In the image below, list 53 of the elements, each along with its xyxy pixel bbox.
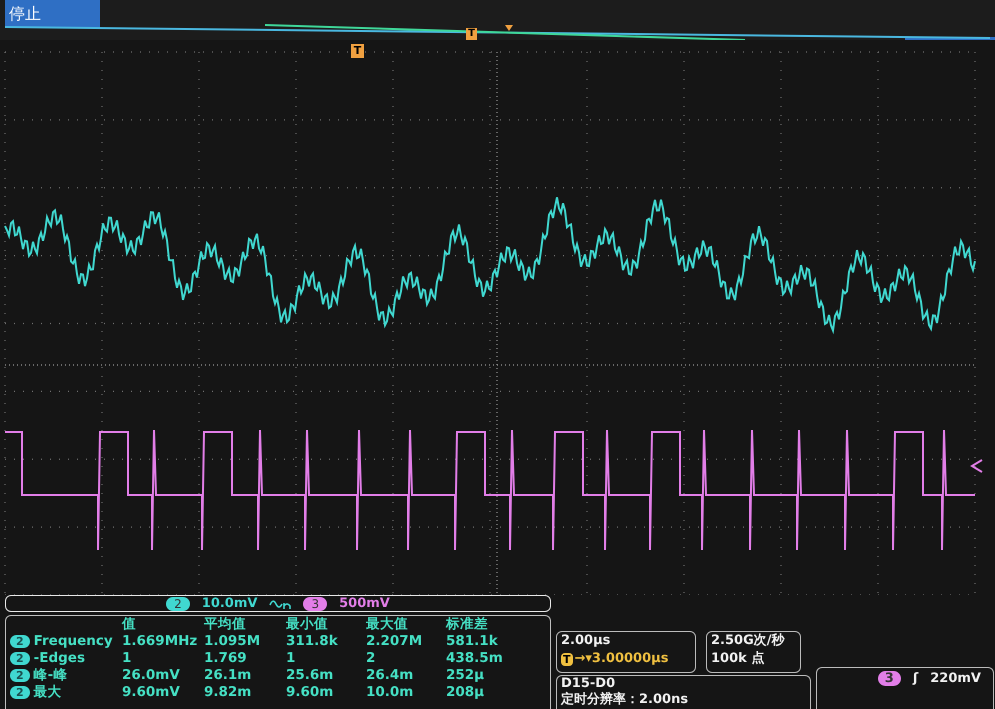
record-length: 100k 点 <box>711 650 766 668</box>
trigger-slope: ʃ <box>912 671 918 687</box>
measurement-value: 1.769 <box>204 650 248 667</box>
channel-scale: 10.0mV <box>202 594 258 613</box>
measurement-value: 1 <box>122 650 132 667</box>
channel-badge: 2 <box>166 596 190 610</box>
trigger-marker: T <box>351 44 364 58</box>
column-header: 标准差 <box>446 616 489 633</box>
channel-badge: 2 <box>10 669 30 682</box>
measurement-name: 峰-峰 <box>34 667 68 684</box>
measurement-value: 10.0m <box>366 684 414 701</box>
measurement-value: 311.8k <box>286 633 339 650</box>
measurement-value: 1.095M <box>204 633 262 650</box>
bandwidth-limit-icon <box>269 598 292 610</box>
measurement-name: Frequency <box>34 633 113 650</box>
digital-channels: D15-D0 <box>561 676 616 692</box>
measurement-value: 26.4m <box>366 667 414 684</box>
measurement-value: 9.60mV <box>122 684 181 701</box>
measurement-value: 581.1k <box>446 633 499 650</box>
trigger-point-icon <box>505 25 513 31</box>
measurement-value: 9.60m <box>286 684 334 701</box>
column-header: 最大值 <box>366 616 409 633</box>
timing-resolution: 定时分辨率：2.00ns <box>561 692 690 708</box>
channel-scale: 500mV <box>339 594 390 613</box>
trigger-source: 3 <box>878 671 901 686</box>
measurement-value: 1 <box>286 650 296 667</box>
sample-rate: 2.50G次/秒 <box>711 632 786 650</box>
measurement-value: 2 <box>366 650 376 667</box>
measurement-value: 26.1m <box>204 667 252 684</box>
column-header: 最小值 <box>286 616 329 633</box>
measurement-name: 最大 <box>34 684 62 701</box>
measurement-value: 1.669MHz <box>122 633 198 650</box>
channel-badge: 3 <box>303 596 328 610</box>
trigger-level: 220mV <box>930 671 981 687</box>
channel-badge: 2 <box>10 635 30 648</box>
measurement-value: 438.5m <box>446 650 504 667</box>
measurement-value: 9.82m <box>204 684 252 701</box>
channel-level-marker-icon <box>970 459 983 473</box>
measurement-value: 26.0mV <box>122 667 181 684</box>
measurement-value: 252µ <box>446 667 486 684</box>
channel-badge: 2 <box>10 686 30 699</box>
trigger-position: →▾3.00000µs <box>574 650 668 668</box>
column-header: 值 <box>122 616 137 633</box>
trigger-badge: T <box>561 652 573 666</box>
channel-badge: 2 <box>10 652 30 665</box>
run-status: 停止 <box>5 0 100 28</box>
measurement-name: -Edges <box>34 650 85 667</box>
measurement-value: 2.207M <box>366 633 424 650</box>
measurement-value: 25.6m <box>286 667 334 684</box>
measurement-value: 208µ <box>446 684 486 701</box>
time-scale: 2.00µs <box>561 632 612 650</box>
trigger-marker: T <box>466 28 477 40</box>
column-header: 平均值 <box>204 616 247 633</box>
